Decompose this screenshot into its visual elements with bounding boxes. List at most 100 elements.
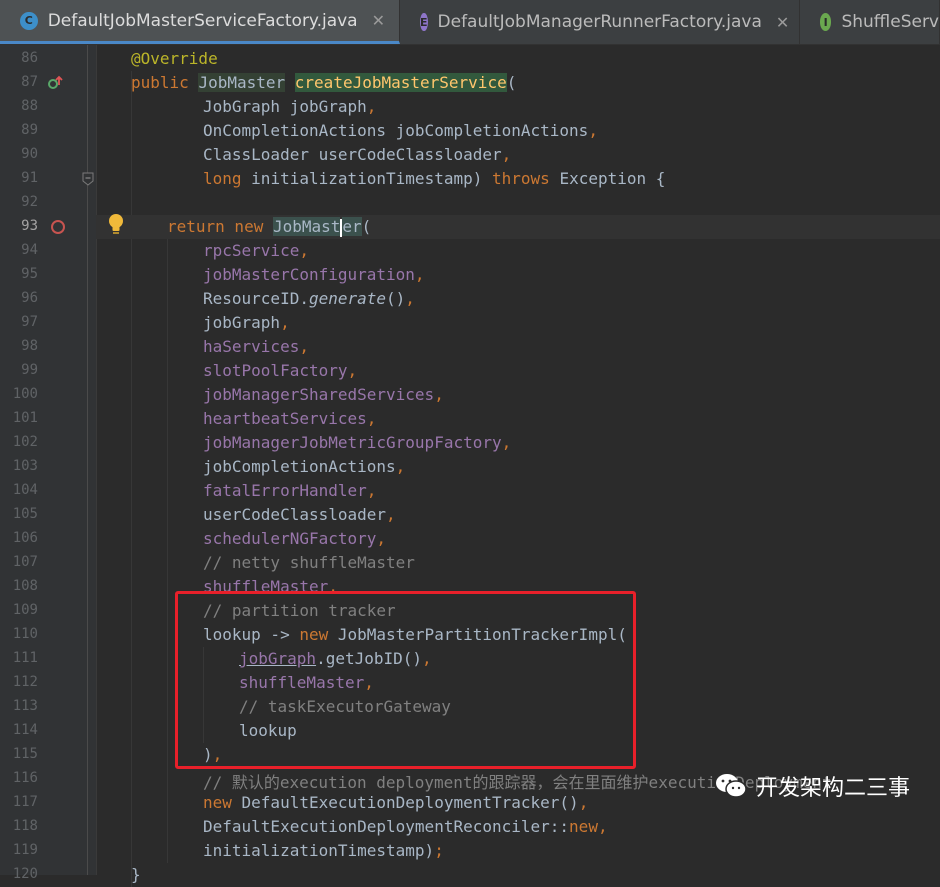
code-line[interactable]: 93 return new JobMast|er( xyxy=(0,213,940,239)
code-text[interactable]: return new JobMast|er( xyxy=(167,217,371,237)
code-text[interactable]: ResourceID.generate(), xyxy=(203,289,415,308)
line-number[interactable]: 92 xyxy=(0,194,38,210)
code-text[interactable]: fatalErrorHandler, xyxy=(203,481,376,500)
close-icon[interactable]: ✕ xyxy=(372,11,385,30)
line-number[interactable]: 107 xyxy=(0,554,38,570)
code-token: , xyxy=(597,817,608,836)
code-line[interactable]: 92 xyxy=(0,191,940,215)
code-line[interactable]: 89 OnCompletionActions jobCompletionActio… xyxy=(0,119,940,143)
code-text[interactable]: JobGraph jobGraph, xyxy=(203,97,376,116)
code-text[interactable]: public JobMaster createJobMasterService( xyxy=(131,73,516,92)
code-text[interactable]: ClassLoader userCodeClassloader, xyxy=(203,145,511,164)
code-text[interactable]: DefaultExecutionDeploymentReconciler::ne… xyxy=(203,817,608,836)
code-line[interactable]: 118 DefaultExecutionDeploymentReconciler:… xyxy=(0,815,940,839)
line-number[interactable]: 89 xyxy=(0,122,38,138)
close-icon[interactable]: ✕ xyxy=(776,13,789,32)
code-text[interactable]: rpcService, xyxy=(203,241,309,260)
line-number[interactable]: 97 xyxy=(0,314,38,330)
code-line[interactable]: 86 @Override xyxy=(0,47,940,71)
code-token: jobManagerSharedServices xyxy=(203,385,435,404)
code-line[interactable]: 100 jobManagerSharedServices, xyxy=(0,383,940,407)
code-text[interactable]: slotPoolFactory, xyxy=(203,361,357,380)
code-text[interactable]: jobMasterConfiguration, xyxy=(203,265,425,284)
code-line[interactable]: 90 ClassLoader userCodeClassloader, xyxy=(0,143,940,167)
code-line[interactable]: 119 initializationTimestamp); xyxy=(0,839,940,863)
code-text[interactable]: // netty shuffleMaster xyxy=(203,553,415,572)
code-line[interactable]: 120} xyxy=(0,863,940,887)
line-number[interactable]: 95 xyxy=(0,266,38,282)
code-text[interactable]: userCodeClassloader, xyxy=(203,505,396,524)
line-number[interactable]: 114 xyxy=(0,722,38,738)
code-text[interactable]: new DefaultExecutionDeploymentTracker(), xyxy=(203,793,588,812)
line-number[interactable]: 91 xyxy=(0,170,38,186)
line-number[interactable]: 108 xyxy=(0,578,38,594)
code-text[interactable]: haServices, xyxy=(203,337,309,356)
code-editor[interactable]: 86 @Override 87 public JobMaster createJobM… xyxy=(0,45,940,887)
line-number[interactable]: 99 xyxy=(0,362,38,378)
code-line[interactable]: 95 jobMasterConfiguration, xyxy=(0,263,940,287)
code-line[interactable]: 88 JobGraph jobGraph, xyxy=(0,95,940,119)
override-method-icon[interactable] xyxy=(47,75,63,91)
line-number[interactable]: 106 xyxy=(0,530,38,546)
line-number[interactable]: 98 xyxy=(0,338,38,354)
breakpoint-icon[interactable] xyxy=(50,219,66,235)
code-line[interactable]: 97 jobGraph, xyxy=(0,311,940,335)
code-line[interactable]: 104 fatalErrorHandler, xyxy=(0,479,940,503)
code-text[interactable]: jobManagerJobMetricGroupFactory, xyxy=(203,433,511,452)
line-number[interactable]: 102 xyxy=(0,434,38,450)
line-number[interactable]: 101 xyxy=(0,410,38,426)
code-line[interactable]: 101 heartbeatServices, xyxy=(0,407,940,431)
code-token: throws xyxy=(492,169,560,188)
line-number[interactable]: 112 xyxy=(0,674,38,690)
fold-marker-icon[interactable] xyxy=(82,172,94,186)
code-text[interactable]: jobCompletionActions, xyxy=(203,457,405,476)
line-number[interactable]: 87 xyxy=(0,74,38,90)
code-line[interactable]: 99 slotPoolFactory, xyxy=(0,359,940,383)
code-line[interactable]: 91 long initializationTimestamp) throws E… xyxy=(0,167,940,191)
code-line[interactable]: 105 userCodeClassloader, xyxy=(0,503,940,527)
line-number[interactable]: 110 xyxy=(0,626,38,642)
line-number[interactable]: 88 xyxy=(0,98,38,114)
line-number[interactable]: 105 xyxy=(0,506,38,522)
code-text[interactable]: heartbeatServices, xyxy=(203,409,376,428)
code-line[interactable]: 94 rpcService, xyxy=(0,239,940,263)
code-text[interactable]: jobGraph, xyxy=(203,313,290,332)
line-number[interactable]: 117 xyxy=(0,794,38,810)
code-line[interactable]: 102 jobManagerJobMetricGroupFactory, xyxy=(0,431,940,455)
lightbulb-icon[interactable] xyxy=(107,213,125,235)
code-text[interactable]: long initializationTimestamp) throws Exc… xyxy=(203,169,665,188)
code-text[interactable]: @Override xyxy=(131,49,218,68)
code-line[interactable]: 96 ResourceID.generate(), xyxy=(0,287,940,311)
code-text[interactable]: jobManagerSharedServices, xyxy=(203,385,444,404)
line-number[interactable]: 119 xyxy=(0,842,38,858)
line-number[interactable]: 94 xyxy=(0,242,38,258)
code-text[interactable]: schedulerNGFactory, xyxy=(203,529,386,548)
line-number[interactable]: 104 xyxy=(0,482,38,498)
line-number[interactable]: 86 xyxy=(0,50,38,66)
tab-1[interactable]: C DefaultJobMasterServiceFactory.java ✕ xyxy=(0,0,400,44)
line-number[interactable]: 113 xyxy=(0,698,38,714)
code-token: DefaultExecutionDeploymentTracker() xyxy=(241,793,579,812)
line-number[interactable]: 100 xyxy=(0,386,38,402)
line-number[interactable]: 93 xyxy=(0,218,38,234)
line-number[interactable]: 116 xyxy=(0,770,38,786)
line-number[interactable]: 90 xyxy=(0,146,38,162)
code-line[interactable]: 103 jobCompletionActions, xyxy=(0,455,940,479)
line-number[interactable]: 96 xyxy=(0,290,38,306)
code-line[interactable]: 107 // netty shuffleMaster xyxy=(0,551,940,575)
code-line[interactable]: 106 schedulerNGFactory, xyxy=(0,527,940,551)
code-line[interactable]: 87 public JobMaster createJobMasterServic… xyxy=(0,71,940,95)
line-number[interactable]: 118 xyxy=(0,818,38,834)
line-number[interactable]: 115 xyxy=(0,746,38,762)
code-token: , xyxy=(386,505,396,524)
line-number[interactable]: 111 xyxy=(0,650,38,666)
line-number[interactable]: 120 xyxy=(0,866,38,882)
line-number[interactable]: 103 xyxy=(0,458,38,474)
code-line[interactable]: 98 haServices, xyxy=(0,335,940,359)
code-text[interactable]: OnCompletionActions jobCompletionActions… xyxy=(203,121,598,140)
line-number[interactable]: 109 xyxy=(0,602,38,618)
code-text[interactable]: initializationTimestamp); xyxy=(203,841,444,860)
tab-2[interactable]: E DefaultJobManagerRunnerFactory.java ✕ xyxy=(400,0,800,44)
tab-3[interactable]: I ShuffleServ xyxy=(800,0,940,44)
